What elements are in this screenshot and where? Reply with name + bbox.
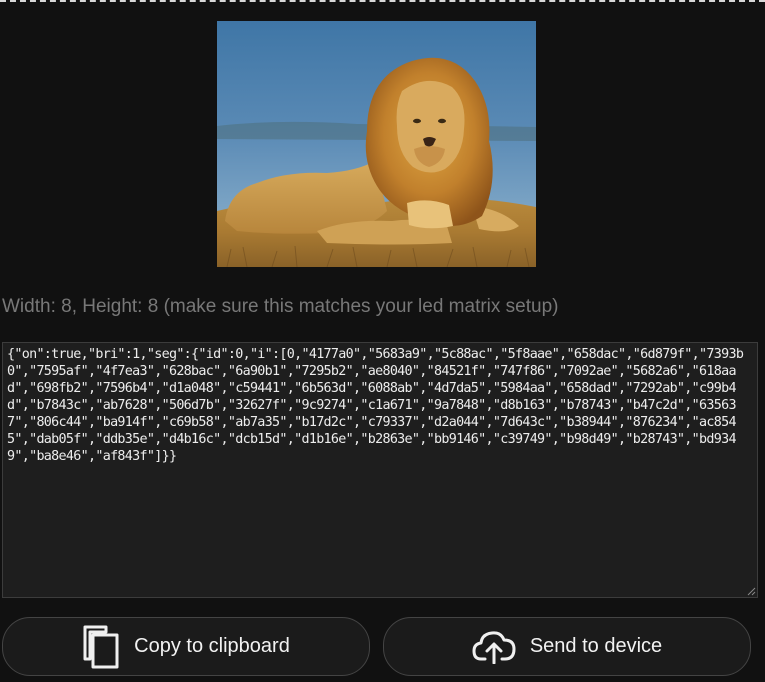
cloud-upload-icon [472, 630, 516, 664]
copy-to-clipboard-button[interactable]: Copy to clipboard [2, 617, 370, 676]
json-output-textarea[interactable]: {"on":true,"bri":1,"seg":{"id":0,"i":[0,… [2, 342, 758, 598]
copy-button-label: Copy to clipboard [134, 635, 290, 657]
resize-handle-icon[interactable] [746, 586, 756, 596]
copy-icon [82, 625, 120, 669]
top-divider [0, 0, 765, 2]
send-button-label: Send to device [529, 635, 663, 657]
lion-photo [217, 21, 536, 267]
send-to-device-button[interactable]: Send to device [383, 617, 751, 676]
image-preview [217, 21, 536, 267]
matrix-size-info: Width: 8, Height: 8 (make sure this matc… [2, 296, 559, 317]
